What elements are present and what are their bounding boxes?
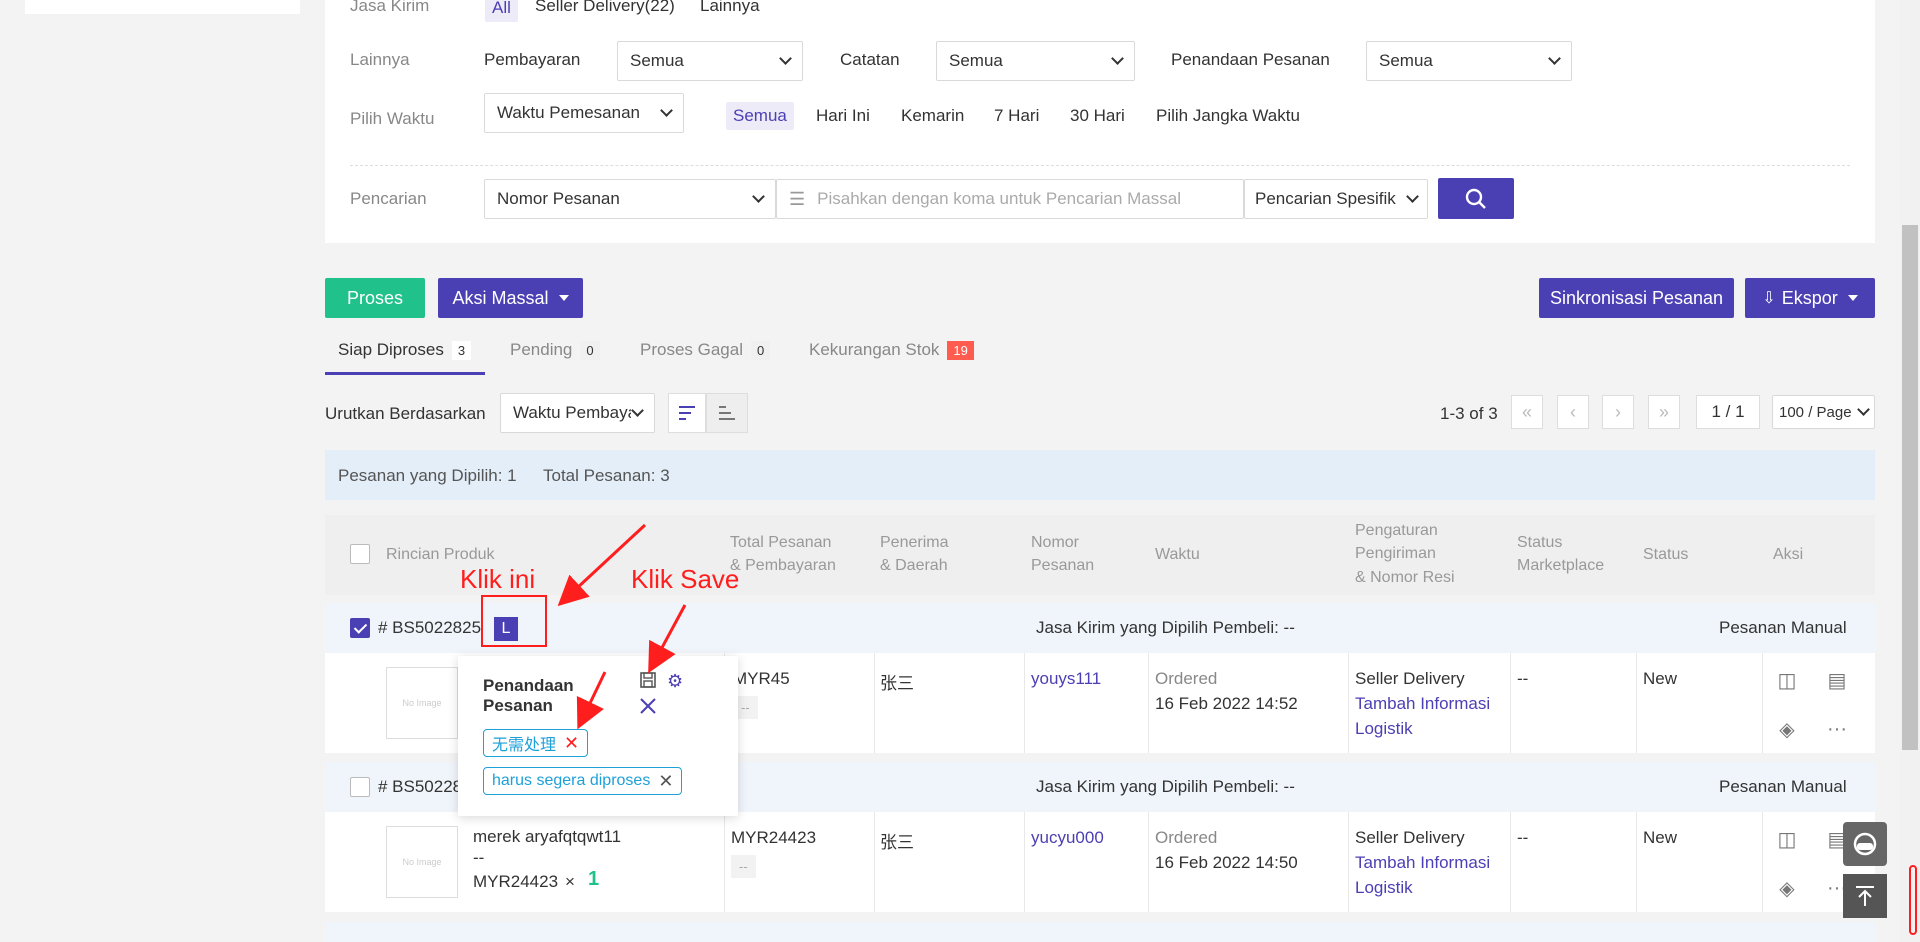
annotation-arrows — [557, 523, 687, 730]
back-to-top-button[interactable] — [1843, 874, 1887, 918]
headset-icon — [1853, 832, 1877, 856]
arrow-to-tag-chip — [576, 671, 607, 730]
scrollbar-thumb[interactable] — [1902, 225, 1918, 750]
arrow-to-save-icon — [648, 604, 687, 674]
scroll-indicator — [1909, 865, 1917, 935]
chat-support-button[interactable] — [1843, 822, 1887, 866]
arrow-to-tag-badge — [557, 523, 647, 607]
arrow-up-icon — [1856, 886, 1874, 906]
